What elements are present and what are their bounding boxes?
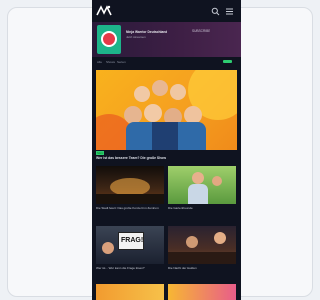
sign-board: FRAG! [118, 232, 144, 250]
brand-logo-icon[interactable] [96, 4, 112, 18]
hero-person [152, 80, 168, 96]
section-tab[interactable]: Shows [106, 60, 115, 64]
tile-person [212, 176, 222, 186]
section-tab[interactable]: Serien [117, 60, 126, 64]
promo-title: Ninja Warrior Deutschland [126, 30, 168, 34]
tile-person [102, 242, 114, 254]
top-bar [92, 0, 241, 22]
promo-artwork [97, 25, 121, 54]
content-tile[interactable]: FRAG! [96, 226, 164, 264]
hero-person [170, 84, 186, 100]
tile-caption[interactable]: Die Nacht der Helden [168, 266, 236, 270]
tile-person [214, 232, 226, 244]
crowd [96, 194, 164, 204]
sign-text: FRAG! [121, 237, 144, 244]
content-tile[interactable] [168, 226, 236, 264]
hero-caption[interactable]: Wer ist das bessere Team? Die große Show [96, 156, 166, 160]
tile-person [186, 236, 198, 248]
promo-subtitle: Jetzt streamen [126, 35, 146, 39]
promo-banner[interactable]: Ninja Warrior Deutschland Jetzt streamen… [92, 22, 241, 57]
tile-caption[interactable]: Die Gartenfreunde [168, 206, 236, 210]
menu-icon[interactable] [225, 7, 234, 16]
tile-person [192, 172, 204, 184]
hero-people-bodies [152, 122, 178, 150]
content-tile[interactable] [168, 166, 236, 204]
promo-cta-button[interactable]: SUBSCRIBE [192, 29, 210, 33]
content-tile[interactable] [96, 284, 164, 300]
promo-logo-disc [101, 31, 117, 47]
tile-caption[interactable]: Die Stadt feiert: Das große Konzert im Z… [96, 206, 164, 210]
tile-ground [168, 252, 236, 264]
hero-person [144, 104, 162, 122]
search-icon[interactable] [211, 7, 220, 16]
phone-screen: Ninja Warrior Deutschland Jetzt streamen… [92, 0, 241, 300]
content-tile[interactable] [96, 166, 164, 204]
hero-image[interactable] [96, 70, 237, 150]
tile-caption[interactable]: Wer ist... Wer kann die Frage lösen? [96, 266, 164, 270]
content-tile[interactable] [168, 284, 236, 300]
hero-person [134, 86, 150, 102]
section-nav: Alle Shows Serien [97, 60, 237, 66]
hero-badge: NEU [96, 151, 105, 155]
accent-pill[interactable] [223, 60, 232, 63]
tile-person-body [188, 184, 208, 204]
section-tab[interactable]: Alle [97, 60, 102, 64]
